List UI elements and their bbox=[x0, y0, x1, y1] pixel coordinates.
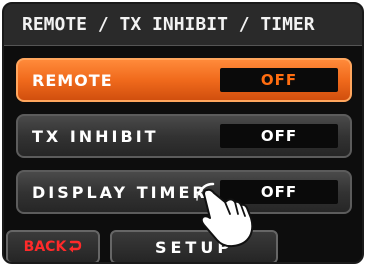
page-title: REMOTE / TX INHIBIT / TIMER bbox=[22, 14, 315, 35]
menu-item-display-timer[interactable]: DISPLAY TIMER OFF bbox=[16, 170, 352, 214]
bottom-toolbar: BACK SETUP bbox=[4, 226, 362, 262]
return-arrow-icon bbox=[69, 240, 82, 253]
back-label: BACK bbox=[23, 239, 67, 255]
hand-pointer-icon bbox=[196, 182, 254, 248]
menu-item-label: DISPLAY TIMER bbox=[32, 182, 208, 202]
menu-item-label: TX INHIBIT bbox=[32, 126, 159, 146]
title-bar: REMOTE / TX INHIBIT / TIMER bbox=[4, 4, 362, 46]
back-button[interactable]: BACK bbox=[6, 230, 100, 262]
menu-item-label: REMOTE bbox=[32, 70, 113, 90]
menu-item-tx-inhibit[interactable]: TX INHIBIT OFF bbox=[16, 114, 352, 158]
radio-display-screen: REMOTE / TX INHIBIT / TIMER REMOTE OFF T… bbox=[2, 2, 364, 264]
menu-item-value: OFF bbox=[220, 68, 338, 92]
menu-item-value: OFF bbox=[220, 124, 338, 148]
menu-item-remote[interactable]: REMOTE OFF bbox=[16, 58, 352, 102]
